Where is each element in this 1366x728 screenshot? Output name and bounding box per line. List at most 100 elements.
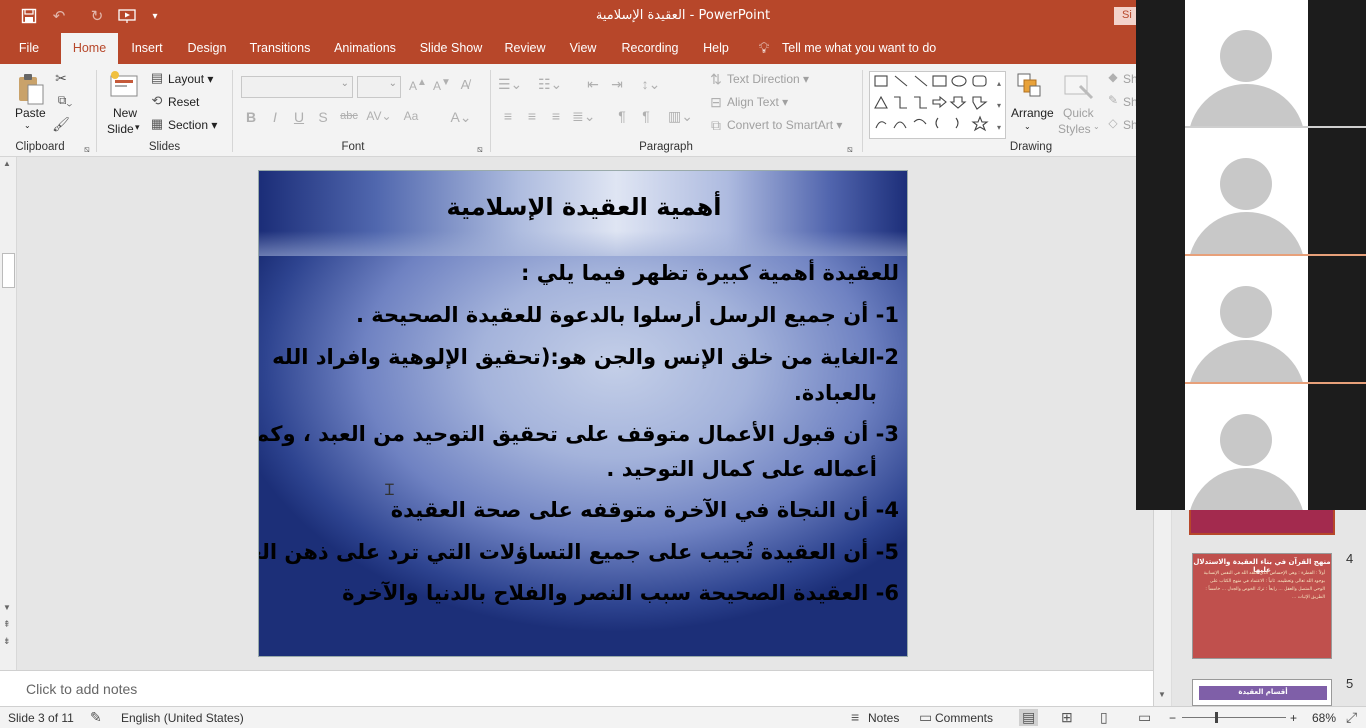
slide-body-line[interactable]: 3- أن قبول الأعمال متوقف على تحقيق التوح…: [259, 422, 899, 446]
quick-styles-label[interactable]: Quick: [1063, 106, 1094, 120]
strikethrough-button[interactable]: abc: [338, 110, 360, 122]
rtl-icon[interactable]: ¶: [614, 108, 630, 124]
copy-icon[interactable]: ⧉⌄: [52, 93, 78, 108]
slide-vertical-scrollbar[interactable]: ▲ ▼ ⇞ ⇟: [0, 157, 17, 670]
tell-me-search[interactable]: Tell me what you want to do: [782, 33, 942, 64]
paragraph-launcher-icon[interactable]: ⧅: [847, 144, 853, 155]
spelling-check-icon[interactable]: ✎: [90, 709, 102, 726]
participant-video-tile[interactable]: [1185, 128, 1308, 254]
notes-placeholder[interactable]: Click to add notes: [26, 681, 137, 697]
tab-recording[interactable]: Recording: [614, 33, 686, 64]
font-launcher-icon[interactable]: ⧅: [477, 144, 483, 155]
justify-icon[interactable]: ≣⌄: [572, 108, 595, 125]
align-text-icon[interactable]: ⊟: [708, 94, 724, 111]
align-right-icon[interactable]: ≡: [548, 108, 564, 124]
smartart-button[interactable]: Convert to SmartArt ▾: [727, 118, 842, 132]
tab-animations[interactable]: Animations: [326, 33, 404, 64]
slide-body-line[interactable]: 4- أن النجاة في الآخرة متوقفه على صحة ال…: [391, 498, 899, 522]
increase-indent-icon[interactable]: ⇥: [608, 76, 626, 93]
align-left-icon[interactable]: ≡: [500, 108, 516, 124]
align-text-button[interactable]: Align Text ▾: [727, 95, 788, 109]
participant-video-tile[interactable]: [1185, 384, 1308, 510]
tab-slide-show[interactable]: Slide Show: [414, 33, 488, 64]
slide-body-line[interactable]: 6- العقيدة الصحيحة سبب النصر والفلاح بال…: [342, 581, 899, 605]
clear-formatting-icon[interactable]: A̸: [456, 77, 474, 92]
new-slide-label[interactable]: New: [113, 106, 137, 120]
paste-icon[interactable]: [16, 72, 46, 106]
scrollbar-thumb[interactable]: [2, 253, 15, 288]
slide-body-line[interactable]: أعماله على كمال التوحيد .: [606, 457, 877, 481]
change-case-button[interactable]: Aa: [400, 109, 422, 123]
paste-button[interactable]: Paste: [15, 106, 46, 120]
comments-button[interactable]: Comments: [935, 711, 993, 725]
cut-icon[interactable]: ✂: [52, 70, 70, 87]
smartart-icon[interactable]: ⧉: [708, 117, 724, 134]
font-name-combo[interactable]: [241, 76, 353, 98]
shadow-button[interactable]: S: [316, 109, 330, 125]
clipboard-launcher-icon[interactable]: ⧅: [84, 144, 90, 155]
slide-position[interactable]: Slide 3 of 11: [8, 711, 74, 725]
bold-button[interactable]: B: [244, 109, 258, 125]
next-slide-icon[interactable]: ⇟: [3, 636, 11, 647]
increase-font-icon[interactable]: A▲: [408, 77, 428, 93]
tab-help[interactable]: Help: [696, 33, 736, 64]
notes-icon[interactable]: ≡: [851, 709, 859, 725]
align-center-icon[interactable]: ≡: [524, 108, 540, 124]
text-direction-button[interactable]: Text Direction ▾: [727, 72, 809, 86]
notes-pane[interactable]: Click to add notes: [0, 670, 1153, 706]
decrease-indent-icon[interactable]: ⇤: [584, 76, 602, 93]
bullets-icon[interactable]: ☰⌄: [498, 76, 522, 93]
tab-view[interactable]: View: [562, 33, 604, 64]
zoom-in-button[interactable]: +: [1290, 711, 1297, 725]
quick-styles-label-2[interactable]: Styles: [1058, 122, 1091, 136]
font-size-combo[interactable]: [357, 76, 401, 98]
tab-review[interactable]: Review: [498, 33, 552, 64]
reading-view-icon[interactable]: ▯: [1100, 709, 1108, 726]
new-slide-label-2[interactable]: Slide: [107, 122, 134, 136]
tab-transitions[interactable]: Transitions: [244, 33, 316, 64]
shape-outline-icon[interactable]: ✎: [1106, 93, 1120, 107]
zoom-out-button[interactable]: −: [1169, 711, 1176, 725]
quick-styles-dropdown-icon[interactable]: ⌄: [1093, 122, 1100, 131]
line-spacing-icon[interactable]: ↕⌄: [638, 76, 664, 93]
reset-button[interactable]: Reset: [168, 95, 199, 109]
layout-icon[interactable]: ▤: [149, 70, 165, 86]
slide-body-line[interactable]: 2-الغاية من خلق الإنس والجن هو:(تحقيق ال…: [272, 345, 899, 369]
slide-body-line[interactable]: للعقيدة أهمية كبيرة تظهر فيما يلي :: [521, 261, 899, 285]
notes-button[interactable]: Notes: [868, 711, 899, 725]
character-spacing-icon[interactable]: AV⌄: [366, 109, 392, 123]
zoom-slider-track[interactable]: [1182, 717, 1286, 718]
reset-icon[interactable]: ⟲: [149, 93, 165, 109]
normal-view-icon[interactable]: ▤: [1019, 709, 1039, 726]
underline-button[interactable]: U: [292, 109, 306, 125]
scroll-down-icon[interactable]: ▼: [3, 603, 11, 612]
paste-dropdown-icon[interactable]: ⌄: [24, 121, 31, 130]
decrease-font-icon[interactable]: A▼: [432, 77, 452, 93]
slide-body-line[interactable]: 5- أن العقيدة تُجيب على جميع التساؤلات ا…: [259, 540, 899, 564]
shape-effects-icon[interactable]: ◇: [1106, 116, 1120, 130]
slide-sorter-icon[interactable]: ⊞: [1061, 709, 1073, 726]
shapes-gallery[interactable]: ▴ ▾ ▾: [869, 71, 1006, 139]
slideshow-view-icon[interactable]: ▭: [1138, 709, 1151, 726]
zoom-level[interactable]: 68%: [1312, 711, 1336, 725]
zoom-slider-thumb[interactable]: [1214, 712, 1218, 723]
tab-home[interactable]: Home: [61, 33, 118, 64]
numbering-icon[interactable]: ☷⌄: [538, 76, 562, 93]
ltr-icon[interactable]: ¶: [638, 108, 654, 124]
text-direction-icon[interactable]: ⇅: [708, 71, 724, 88]
quick-styles-icon[interactable]: [1062, 72, 1096, 102]
new-slide-icon[interactable]: [109, 70, 141, 100]
layout-button[interactable]: Layout ▾: [168, 72, 213, 86]
participant-video-tile[interactable]: [1185, 256, 1308, 382]
thumbnails-scroll-down-icon[interactable]: ▼: [1158, 690, 1166, 699]
previous-slide-icon[interactable]: ⇞: [3, 619, 11, 630]
scroll-up-icon[interactable]: ▲: [3, 159, 11, 168]
current-slide[interactable]: أهمية العقيدة الإسلامية للعقيدة أهمية كب…: [258, 170, 908, 657]
comments-icon[interactable]: ▭: [919, 709, 932, 726]
new-slide-dropdown-icon[interactable]: ▾: [135, 122, 140, 133]
arrange-button[interactable]: Arrange: [1011, 106, 1054, 120]
thumbnail-slide-4[interactable]: منهج القرآن في بناء العقيدة والاستدلال ع…: [1192, 553, 1332, 659]
format-painter-icon[interactable]: 🖌︎: [52, 116, 70, 133]
arrange-dropdown-icon[interactable]: ⌄: [1024, 122, 1031, 131]
slide-title[interactable]: أهمية العقيدة الإسلامية: [259, 193, 907, 221]
